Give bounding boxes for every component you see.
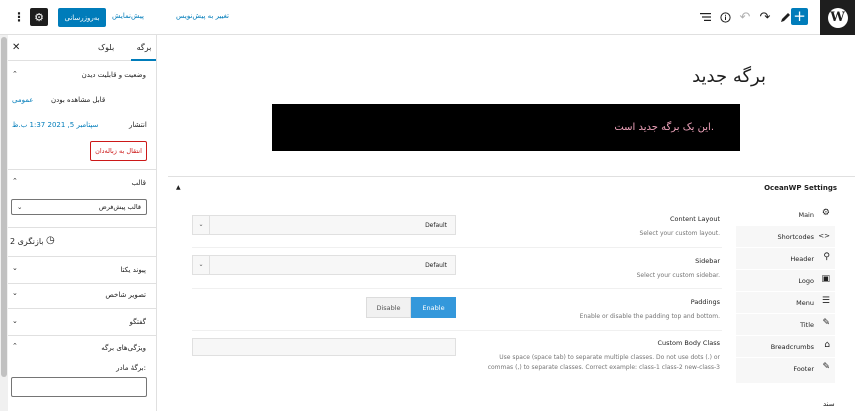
parent-page-input[interactable]: [11, 377, 147, 397]
oceanwp-tab-shortcodes[interactable]: Shortcodes <>: [736, 226, 835, 248]
sidebar-tabs: برگه بلوک ✕: [8, 35, 156, 61]
image-icon: ▣: [821, 274, 830, 284]
visibility-section-title[interactable]: وضعیت و قابلیت دیدن: [82, 71, 146, 79]
collapse-arrow-icon[interactable]: ▲: [176, 184, 181, 191]
template-select[interactable]: ⌄ قالب پیش‌فرض: [11, 199, 147, 215]
home-icon: ⌂: [824, 340, 830, 350]
custom-body-class-desc-1: Use space (space tab) to separate multip…: [499, 354, 720, 361]
more-options-icon[interactable]: ⋮: [13, 10, 25, 24]
sidebar-field-title: Sidebar: [695, 257, 720, 265]
page-attributes-section-title[interactable]: ویژگی‌های برگه: [101, 344, 146, 352]
visibility-label: قابل مشاهده بودن: [51, 96, 106, 104]
publish-label: انتشار: [129, 121, 147, 129]
paragraph-text[interactable]: این یک برگه جدید است.: [614, 122, 714, 133]
sidebar-field-desc: Select your custom sidebar.: [636, 272, 720, 279]
content-layout-title: Content Layout: [669, 215, 720, 223]
publish-date-link[interactable]: سپتامبر 5, 2021 1:37 ب.ظ: [12, 121, 98, 129]
sidebar-scrollbar[interactable]: [0, 35, 8, 411]
top-toolbar: W + ↷ ↶ تغییر به پیش‌نویس پیش‌نمایش به‌ر…: [0, 0, 855, 35]
chevron-up-icon[interactable]: ⌃: [12, 342, 18, 350]
gear-icon: ⚙: [821, 208, 830, 218]
chevron-down-icon: ⌄: [193, 216, 210, 234]
add-block-button[interactable]: +: [791, 8, 808, 25]
oceanwp-tab-breadcrumbs[interactable]: Breadcrumbs ⌂: [736, 336, 835, 358]
revisions-link[interactable]: 2 بازنگری: [10, 237, 44, 246]
cover-block[interactable]: این یک برگه جدید است.: [272, 104, 740, 151]
oceanwp-settings-title: OceanWP Settings: [764, 184, 837, 192]
paddings-title: Paddings: [690, 298, 720, 306]
oceanwp-settings-header[interactable]: ▲ OceanWP Settings: [168, 177, 855, 201]
code-icon: <>: [818, 232, 830, 240]
featured-image-section-title[interactable]: تصویر شاخص: [105, 291, 146, 299]
content-layout-desc: Select your custom layout.: [639, 230, 720, 237]
editor-window: W + ↷ ↶ تغییر به پیش‌نویس پیش‌نمایش به‌ر…: [0, 0, 855, 411]
permalink-section-title[interactable]: پیوند یکتا: [120, 266, 146, 274]
pencil-tools-icon[interactable]: [777, 9, 793, 25]
info-icon[interactable]: [717, 9, 733, 25]
wordpress-logo-button[interactable]: W: [820, 0, 855, 35]
update-button[interactable]: به‌روزرسانی: [58, 8, 106, 27]
sidebar-select[interactable]: ⌄ Default: [192, 255, 456, 275]
page-title[interactable]: برگه جدید: [600, 66, 766, 87]
chevron-down-icon: ⌄: [17, 203, 23, 211]
preview-link[interactable]: پیش‌نمایش: [112, 12, 144, 20]
wrench-icon: ✎: [822, 318, 830, 328]
settings-gear-button[interactable]: ⚙: [30, 8, 48, 26]
redo-icon[interactable]: ↷: [757, 9, 773, 25]
discussion-section-title[interactable]: گفتگو: [130, 318, 146, 326]
pin-icon: ⚲: [823, 252, 830, 262]
undo-icon[interactable]: ↶: [737, 9, 753, 25]
oceanwp-tab-logo[interactable]: Logo ▣: [736, 270, 835, 292]
custom-body-class-title: Custom Body Class: [657, 339, 720, 347]
history-icon: ◷: [46, 235, 55, 246]
switch-to-draft-link[interactable]: تغییر به پیش‌نویس: [176, 12, 229, 20]
menu-icon: ☰: [821, 296, 830, 306]
content-layout-select[interactable]: ⌄ Default: [192, 215, 456, 235]
close-sidebar-icon[interactable]: ✕: [12, 35, 20, 61]
chevron-up-icon[interactable]: ⌃: [12, 177, 18, 185]
template-section-title[interactable]: قالب: [132, 179, 147, 187]
gear-icon: ⚙: [34, 10, 44, 24]
parent-page-label: برگهٔ مادر:: [116, 364, 146, 372]
oceanwp-tab-menu[interactable]: Menu ☰: [736, 292, 835, 314]
list-view-icon[interactable]: [697, 9, 713, 25]
oceanwp-tab-footer[interactable]: Footer ✎: [736, 358, 835, 384]
tab-block[interactable]: بلوک: [98, 35, 114, 61]
tab-page[interactable]: برگه: [131, 35, 156, 61]
chevron-down-icon[interactable]: ⌄: [12, 317, 18, 325]
chevron-down-icon[interactable]: ⌄: [12, 289, 18, 297]
chevron-down-icon[interactable]: ⌄: [12, 264, 18, 272]
oceanwp-tab-main[interactable]: Main ⚙: [736, 204, 835, 226]
visibility-value-link[interactable]: عمومی: [12, 96, 33, 104]
custom-body-class-desc-2: commas (,) to separate classes. Correct …: [487, 364, 720, 371]
chevron-down-icon: ⌄: [193, 256, 210, 274]
paddings-desc: Enable or disable the padding top and bo…: [579, 313, 720, 320]
settings-sidebar: برگه بلوک ✕ ⌃ وضعیت و قابلیت دیدن عمومی …: [0, 35, 157, 411]
oceanwp-settings-nav: Main ⚙ Shortcodes <> Header ⚲ Logo ▣ Men…: [736, 204, 835, 384]
chevron-up-icon[interactable]: ⌃: [12, 70, 18, 78]
wrench-icon: ✎: [822, 362, 830, 372]
oceanwp-settings-box: ▲ OceanWP Settings Main ⚙ Shortcodes <> …: [168, 176, 855, 392]
document-breadcrumb: سند: [823, 400, 835, 408]
oceanwp-tab-title[interactable]: Title ✎: [736, 314, 835, 336]
move-to-trash-button[interactable]: انتقال به زباله‌دان: [90, 141, 147, 161]
paddings-disable-button[interactable]: Disable: [366, 297, 411, 318]
custom-body-class-input[interactable]: [192, 338, 456, 356]
template-select-value: قالب پیش‌فرض: [98, 203, 141, 211]
oceanwp-tab-header[interactable]: Header ⚲: [736, 248, 835, 270]
paddings-enable-button[interactable]: Enable: [411, 297, 456, 318]
wordpress-logo-icon: W: [827, 7, 848, 28]
